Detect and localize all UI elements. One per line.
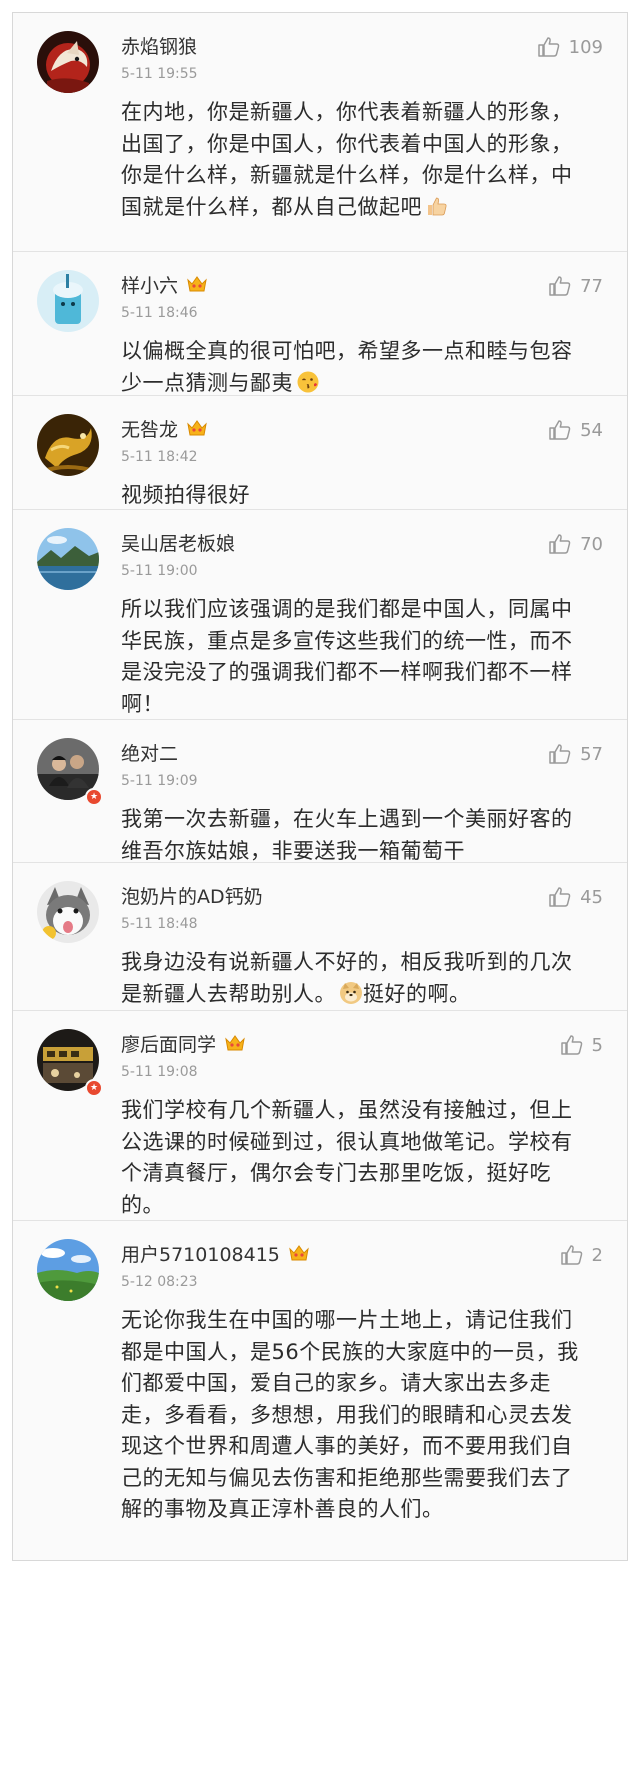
blue-drink-avatar (37, 270, 99, 332)
thumbs-up-icon (549, 276, 571, 296)
like-button[interactable]: 70 (548, 532, 603, 556)
verified-badge-icon: ★ (85, 1079, 103, 1097)
comment-text: 在内地，你是新疆人，你代表着新疆人的形象，出国了，你是中国人，你代表着中国人的形… (121, 97, 593, 223)
vip-crown-icon (186, 418, 208, 438)
comment-text: 我第一次去新疆，在火车上遇到一个美丽好客的维吾尔族姑娘，非要送我一箱葡萄干 (121, 807, 573, 863)
comment-text: 所以我们应该强调的是我们都是中国人，同属中华民族，重点是多宣传这些我们的统一性，… (121, 597, 573, 716)
like-count: 45 (580, 886, 603, 908)
grassland-avatar (37, 1239, 99, 1301)
comment-item: 泡奶片的AD钙奶 5-11 18:48 45 我身边没有说新疆人不好的，相反我听… (13, 863, 627, 1011)
comment-text: 我们学校有几个新疆人，虽然没有接触过，但上公选课的时候碰到过，很认真地做笔记。学… (121, 1098, 573, 1217)
comment-text-content: 挺好的啊。 (363, 981, 471, 1006)
comment-time: 5-11 19:08 (121, 1064, 198, 1080)
husky-dog-avatar (37, 881, 99, 943)
user-avatar[interactable] (37, 414, 99, 476)
like-count: 109 (568, 36, 603, 58)
thumbs-up-icon (549, 420, 571, 440)
thumbs-up-icon (549, 887, 571, 907)
user-avatar[interactable] (37, 528, 99, 590)
user-avatar[interactable] (37, 1239, 99, 1301)
like-button[interactable]: 57 (548, 742, 603, 766)
thumbs-up-icon (549, 534, 571, 554)
golden-dragon-avatar (37, 414, 99, 476)
kiss-face-emoji (296, 370, 320, 394)
comment-time: 5-11 19:55 (121, 66, 198, 82)
like-count: 77 (580, 275, 603, 297)
mountain-lake-avatar (37, 528, 99, 590)
like-count: 70 (580, 533, 603, 555)
like-button[interactable]: 54 (548, 418, 603, 442)
vip-crown-icon (224, 1033, 246, 1053)
vip-crown-icon (288, 1243, 310, 1263)
like-count: 54 (580, 419, 603, 441)
comment-text-content: 以偏概全真的很可怕吧，希望多一点和睦与包容少一点猜测与鄙夷 (121, 339, 573, 395)
like-count: 5 (591, 1034, 603, 1056)
like-button[interactable]: 77 (548, 274, 603, 298)
thumbs-up-icon (537, 37, 559, 57)
username[interactable]: 无咎龙 (121, 415, 178, 442)
comment-time: 5-11 19:09 (121, 773, 198, 789)
like-button[interactable]: 5 (560, 1033, 603, 1057)
username[interactable]: 绝对二 (121, 739, 178, 766)
like-count: 2 (591, 1244, 603, 1266)
username[interactable]: 泡奶片的AD钙奶 (121, 882, 263, 909)
vip-crown-icon (186, 274, 208, 294)
comment-list: 赤焰钢狼 5-11 19:55 109 在内地，你是新疆人，你代表着新疆人的形象… (12, 12, 628, 1561)
thumbs-up-icon (549, 744, 571, 764)
comment-text: 无论你我生在中国的哪一片土地上，请记住我们都是中国人，是56个民族的大家庭中的一… (121, 1308, 579, 1521)
comment-item: 无咎龙 5-11 18:42 54 视频拍得很好 (13, 396, 627, 510)
comment-item: 样小六 5-11 18:46 77 以偏概全真的很可怕吧，希望多一点和睦与包容少… (13, 252, 627, 396)
like-button[interactable]: 45 (548, 885, 603, 909)
user-avatar[interactable] (37, 270, 99, 332)
like-button[interactable]: 2 (560, 1243, 603, 1267)
comment-item: 赤焰钢狼 5-11 19:55 109 在内地，你是新疆人，你代表着新疆人的形象… (13, 13, 627, 252)
doge-emoji (339, 981, 363, 1005)
like-count: 57 (580, 743, 603, 765)
verified-badge-icon: ★ (85, 788, 103, 806)
username[interactable]: 赤焰钢狼 (121, 32, 197, 59)
comment-text-content: 在内地，你是新疆人，你代表着新疆人的形象，出国了，你是中国人，你代表着中国人的形… (121, 100, 573, 219)
username[interactable]: 廖后面同学 (121, 1030, 216, 1057)
comment-text: 视频拍得很好 (121, 483, 250, 507)
comment-item: ★ 绝对二 5-11 19:09 57 我第一次去新疆，在火车上遇到一个美丽好客… (13, 720, 627, 863)
comment-item: ★ 廖后面同学 5-11 19:08 5 我们学校有几个新疆人，虽然没有接触过，… (13, 1011, 627, 1221)
comment-item: 用户5710108415 5-12 08:23 2 无论你我生在中国的哪一片土地… (13, 1221, 627, 1560)
red-wolf-avatar (37, 31, 99, 93)
comment-text: 我身边没有说新疆人不好的，相反我听到的几次是新疆人去帮助别人。 挺好的啊。 (121, 947, 593, 1010)
user-avatar[interactable] (37, 31, 99, 93)
comment-time: 5-11 19:00 (121, 563, 198, 579)
comment-text: 以偏概全真的很可怕吧，希望多一点和睦与包容少一点猜测与鄙夷 (121, 336, 593, 399)
thumbs-up-icon (560, 1035, 582, 1055)
comment-time: 5-11 18:48 (121, 916, 198, 932)
username[interactable]: 用户5710108415 (121, 1240, 280, 1267)
thumbs-up-emoji (425, 194, 449, 218)
comment-item: 吴山居老板娘 5-11 19:00 70 所以我们应该强调的是我们都是中国人，同… (13, 510, 627, 720)
like-button[interactable]: 109 (537, 35, 603, 59)
comment-time: 5-11 18:46 (121, 305, 198, 321)
thumbs-up-icon (560, 1245, 582, 1265)
comment-time: 5-11 18:42 (121, 449, 198, 465)
username[interactable]: 吴山居老板娘 (121, 529, 235, 556)
username[interactable]: 样小六 (121, 271, 178, 298)
comment-time: 5-12 08:23 (121, 1274, 198, 1290)
user-avatar[interactable] (37, 881, 99, 943)
